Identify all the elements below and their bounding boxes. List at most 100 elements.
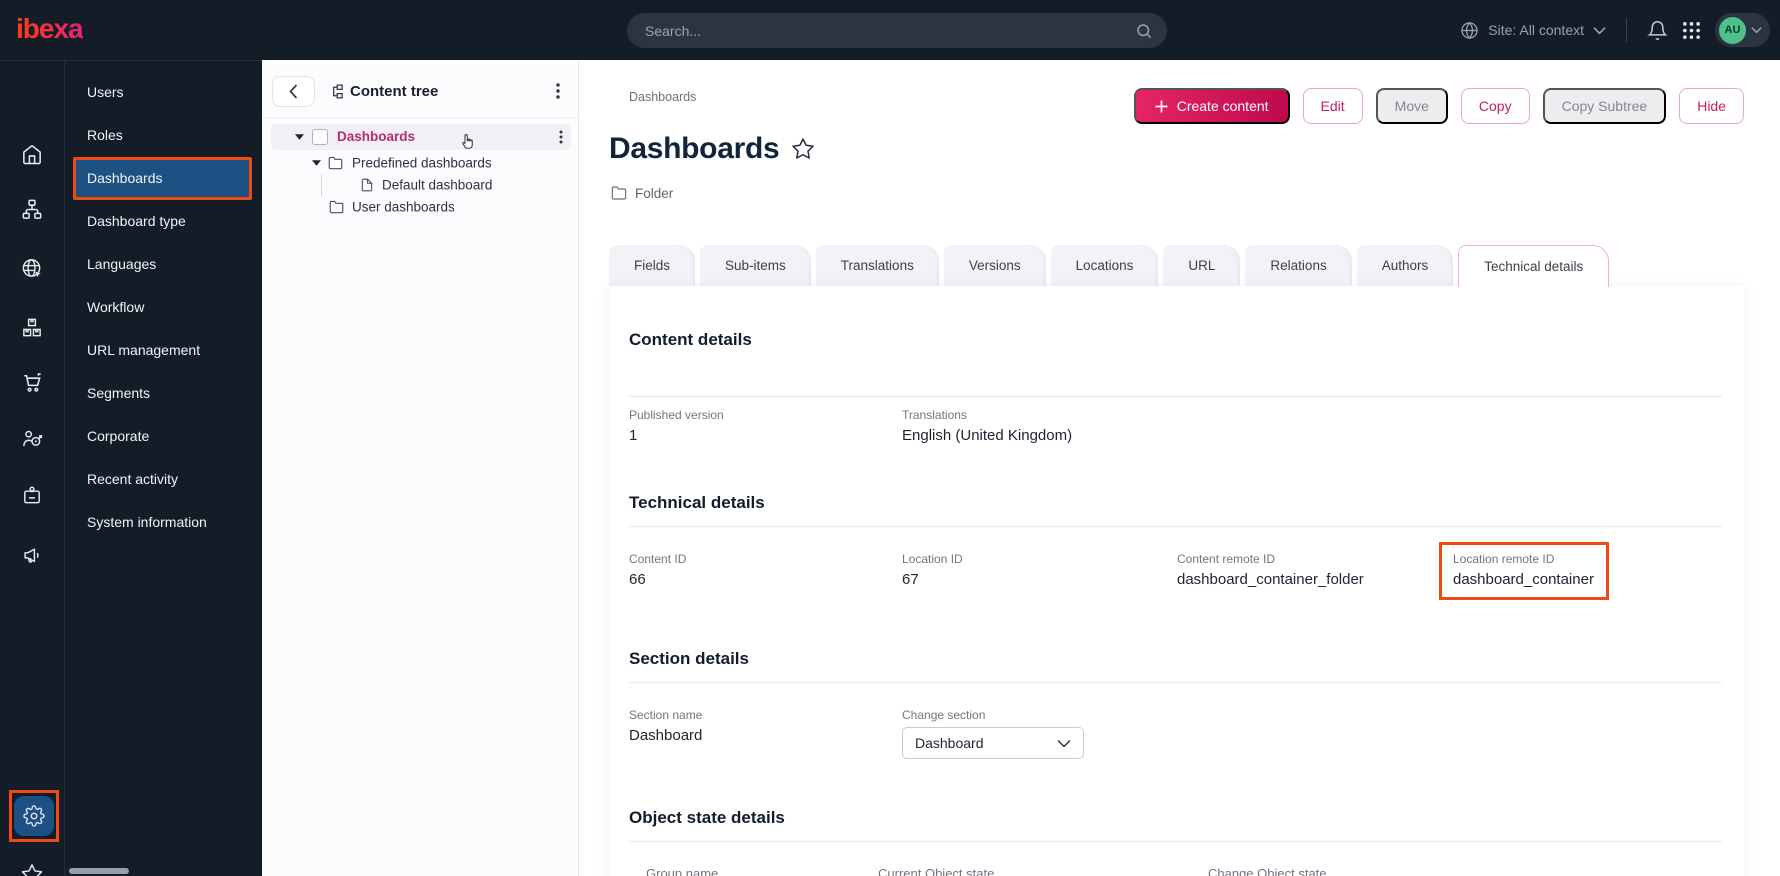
content-tree-title: Content tree xyxy=(350,83,438,100)
chevron-down-icon xyxy=(1751,26,1762,34)
field-label: Change section xyxy=(902,708,1177,722)
tab-bar: Fields Sub-items Translations Versions L… xyxy=(609,245,1614,286)
content-structure-icon[interactable] xyxy=(21,198,44,221)
search-icon[interactable] xyxy=(1135,22,1153,40)
tree-node-checkbox[interactable] xyxy=(312,129,328,145)
kebab-menu-icon[interactable] xyxy=(559,130,563,144)
tree-options-kebab-icon[interactable] xyxy=(556,83,560,99)
field-content-remote-id: Content remote ID dashboard_container_fo… xyxy=(1177,552,1450,600)
personalization-icon[interactable] xyxy=(21,427,44,450)
change-section-select[interactable]: Dashboard xyxy=(902,727,1084,759)
field-translations: Translations English (United Kingdom) xyxy=(902,408,1177,444)
field-value: dashboard_container xyxy=(1453,571,1594,588)
section-heading-object-state-details: Object state details xyxy=(629,808,1722,828)
tab-fields[interactable]: Fields xyxy=(609,245,695,286)
select-value: Dashboard xyxy=(915,735,984,751)
ibexa-admin-window: ibexa Site: All context xyxy=(0,0,1780,876)
technical-details-fields: Content ID 66 Location ID 67 Content rem… xyxy=(629,527,1722,600)
folder-icon xyxy=(328,156,343,171)
sidebar-item-url-management[interactable]: URL management xyxy=(73,329,252,372)
section-details-fields: Section name Dashboard Change section Da… xyxy=(629,683,1722,759)
plus-icon xyxy=(1155,100,1168,113)
field-published-version: Published version 1 xyxy=(629,408,902,444)
tab-authors[interactable]: Authors xyxy=(1357,245,1454,286)
tree-node-user-dashboards[interactable]: User dashboards xyxy=(262,196,579,218)
section-heading-content-details: Content details xyxy=(629,330,1722,350)
sidebar-item-workflow[interactable]: Workflow xyxy=(73,286,252,329)
tab-locations[interactable]: Locations xyxy=(1051,245,1159,286)
breadcrumb[interactable]: Dashboards xyxy=(629,90,696,104)
tab-relations[interactable]: Relations xyxy=(1245,245,1351,286)
content-details-fields: Published version 1 Translations English… xyxy=(629,397,1722,444)
field-value: English (United Kingdom) xyxy=(902,427,1177,444)
tree-node-predefined-dashboards[interactable]: Predefined dashboards xyxy=(262,152,579,174)
field-location-remote-id: Location remote ID dashboard_container xyxy=(1450,552,1722,600)
search-input[interactable] xyxy=(645,23,1135,39)
tab-sub-items[interactable]: Sub-items xyxy=(700,245,811,286)
field-label: Translations xyxy=(902,408,1177,422)
bookmark-star-icon[interactable] xyxy=(791,137,815,161)
favorites-star-icon[interactable] xyxy=(21,863,44,876)
move-button[interactable]: Move xyxy=(1376,88,1448,124)
copy-button[interactable]: Copy xyxy=(1461,88,1530,124)
column-header: Group name xyxy=(646,866,878,876)
tree-node-label[interactable]: User dashboards xyxy=(352,200,455,215)
sidebar-item-recent-activity[interactable]: Recent activity xyxy=(73,458,252,501)
app-grid-icon[interactable] xyxy=(1682,21,1701,40)
user-menu[interactable]: AU xyxy=(1715,13,1770,47)
section-heading-technical-details: Technical details xyxy=(629,493,1722,513)
settings-gear-icon[interactable] xyxy=(14,796,54,836)
tab-versions[interactable]: Versions xyxy=(944,245,1046,286)
notifications-bell-icon[interactable] xyxy=(1647,20,1668,41)
site-context-switcher[interactable]: Site: All context xyxy=(1460,21,1606,40)
title-row: Dashboards xyxy=(609,132,815,166)
tab-url[interactable]: URL xyxy=(1163,245,1240,286)
tree-node-label[interactable]: Dashboards xyxy=(337,129,415,144)
home-icon[interactable] xyxy=(21,143,44,166)
product-catalog-icon[interactable] xyxy=(21,316,44,339)
section-heading-section-details: Section details xyxy=(629,649,1722,669)
field-label: Content ID xyxy=(629,552,902,566)
sidebar-item-roles[interactable]: Roles xyxy=(73,114,252,157)
marketing-megaphone-icon[interactable] xyxy=(21,544,44,567)
tree-node-label[interactable]: Default dashboard xyxy=(382,178,492,193)
copy-subtree-button[interactable]: Copy Subtree xyxy=(1543,88,1667,124)
scrollbar-thumb[interactable] xyxy=(69,868,129,874)
collapse-tree-button[interactable] xyxy=(272,76,315,107)
tab-translations[interactable]: Translations xyxy=(816,245,939,286)
sidebar-item-corporate[interactable]: Corporate xyxy=(73,415,252,458)
commerce-cart-icon[interactable] xyxy=(21,371,44,394)
sidebar-item-users[interactable]: Users xyxy=(73,71,252,114)
sidebar-item-dashboard-type[interactable]: Dashboard type xyxy=(73,200,252,243)
ibexa-logo: ibexa xyxy=(16,13,83,45)
field-label: Section name xyxy=(629,708,902,722)
field-value: 66 xyxy=(629,571,902,588)
action-buttons: Create content Edit Move Copy Copy Subtr… xyxy=(1134,88,1744,124)
edit-button[interactable]: Edit xyxy=(1303,88,1363,124)
field-content-id: Content ID 66 xyxy=(629,552,902,600)
sidebar-item-languages[interactable]: Languages xyxy=(73,243,252,286)
corporate-badge-icon[interactable] xyxy=(21,484,44,507)
sidebar-item-dashboards[interactable]: Dashboards xyxy=(73,157,252,200)
page-title: Dashboards xyxy=(609,132,779,166)
tab-technical-details[interactable]: Technical details xyxy=(1458,245,1609,287)
chevron-down-icon xyxy=(1593,26,1606,35)
sidebar-item-system-information[interactable]: System information xyxy=(73,501,252,544)
column-header: Current Object state xyxy=(878,866,1208,876)
caret-down-icon[interactable] xyxy=(295,134,304,140)
tree-node-default-dashboard[interactable]: Default dashboard xyxy=(262,174,579,196)
file-icon xyxy=(360,178,374,193)
tree-node-dashboards[interactable]: Dashboards xyxy=(271,124,571,150)
tree-node-label[interactable]: Predefined dashboards xyxy=(352,156,492,171)
caret-down-icon[interactable] xyxy=(312,160,321,166)
field-value: 67 xyxy=(902,571,1177,588)
global-search[interactable] xyxy=(627,13,1167,48)
field-value: dashboard_container_folder xyxy=(1177,571,1450,588)
site-globe-icon[interactable] xyxy=(21,257,44,280)
hide-button[interactable]: Hide xyxy=(1679,88,1744,124)
sidebar-item-segments[interactable]: Segments xyxy=(73,372,252,415)
create-content-button[interactable]: Create content xyxy=(1134,88,1290,124)
sidebar-menu: Users Roles Dashboards Dashboard type La… xyxy=(64,60,262,876)
field-label: Content remote ID xyxy=(1177,552,1450,566)
topbar-divider xyxy=(1626,18,1627,42)
